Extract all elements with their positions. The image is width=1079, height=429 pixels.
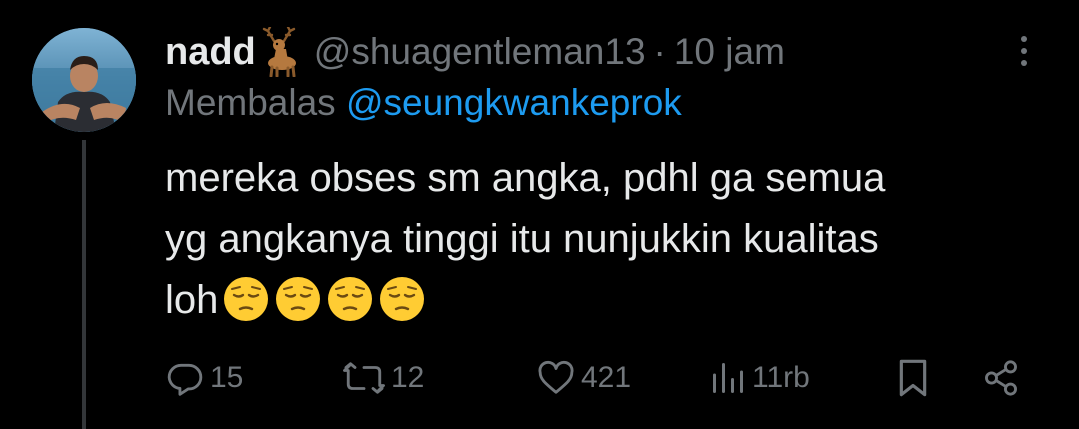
replying-to-mention[interactable]: @seungkwankeprok <box>346 82 682 123</box>
tweet-text-line: yg angkanya tinggi itu nunjukkin kualita… <box>165 217 879 261</box>
pensive-face-emoji <box>328 277 373 321</box>
repost-icon <box>343 359 385 397</box>
timestamp[interactable]: 10 jam <box>674 31 785 73</box>
pensive-face-emoji <box>380 277 425 321</box>
avatar-photo <box>32 28 136 132</box>
repost-count: 12 <box>391 361 425 394</box>
pensive-face-emoji <box>224 277 269 321</box>
user-handle[interactable]: @shuagentleman13 <box>314 31 646 73</box>
action-bar: 15 12 421 11rb <box>0 350 1079 406</box>
repost-button[interactable]: 12 <box>343 350 424 406</box>
tweet[interactable]: nadd @shuagentleman13 · 10 jam Membalas … <box>0 0 1079 429</box>
bookmark-button[interactable] <box>896 350 930 406</box>
reply-count: 15 <box>210 361 244 394</box>
views-count: 11rb <box>752 361 810 394</box>
views-icon <box>710 360 746 396</box>
share-button[interactable] <box>982 350 1020 406</box>
share-icon <box>982 359 1020 397</box>
reply-icon <box>166 359 204 397</box>
deer-emoji <box>258 25 302 78</box>
avatar[interactable] <box>32 28 136 132</box>
like-button[interactable]: 421 <box>537 350 631 406</box>
views-button[interactable]: 11rb <box>710 350 810 406</box>
replying-to: Membalas @seungkwankeprok <box>165 82 682 124</box>
tweet-text-line: mereka obses sm angka, pdhl ga semua <box>165 156 886 200</box>
pensive-face-emoji <box>276 277 321 321</box>
tweet-header: nadd @shuagentleman13 · 10 jam <box>165 24 785 80</box>
reply-button[interactable]: 15 <box>166 350 243 406</box>
tweet-text-line-last: loh <box>165 270 1045 331</box>
replying-to-label: Membalas <box>165 82 336 123</box>
tweet-text: mereka obses sm angka, pdhl ga semua yg … <box>165 148 1045 331</box>
heart-icon <box>537 360 575 396</box>
separator-dot: · <box>653 31 666 72</box>
bookmark-icon <box>896 358 930 398</box>
tweet-text-fragment: loh <box>165 278 219 322</box>
display-name[interactable]: nadd <box>165 31 256 74</box>
emoji-row <box>222 275 426 323</box>
more-icon[interactable] <box>1012 34 1036 68</box>
like-count: 421 <box>581 361 632 394</box>
